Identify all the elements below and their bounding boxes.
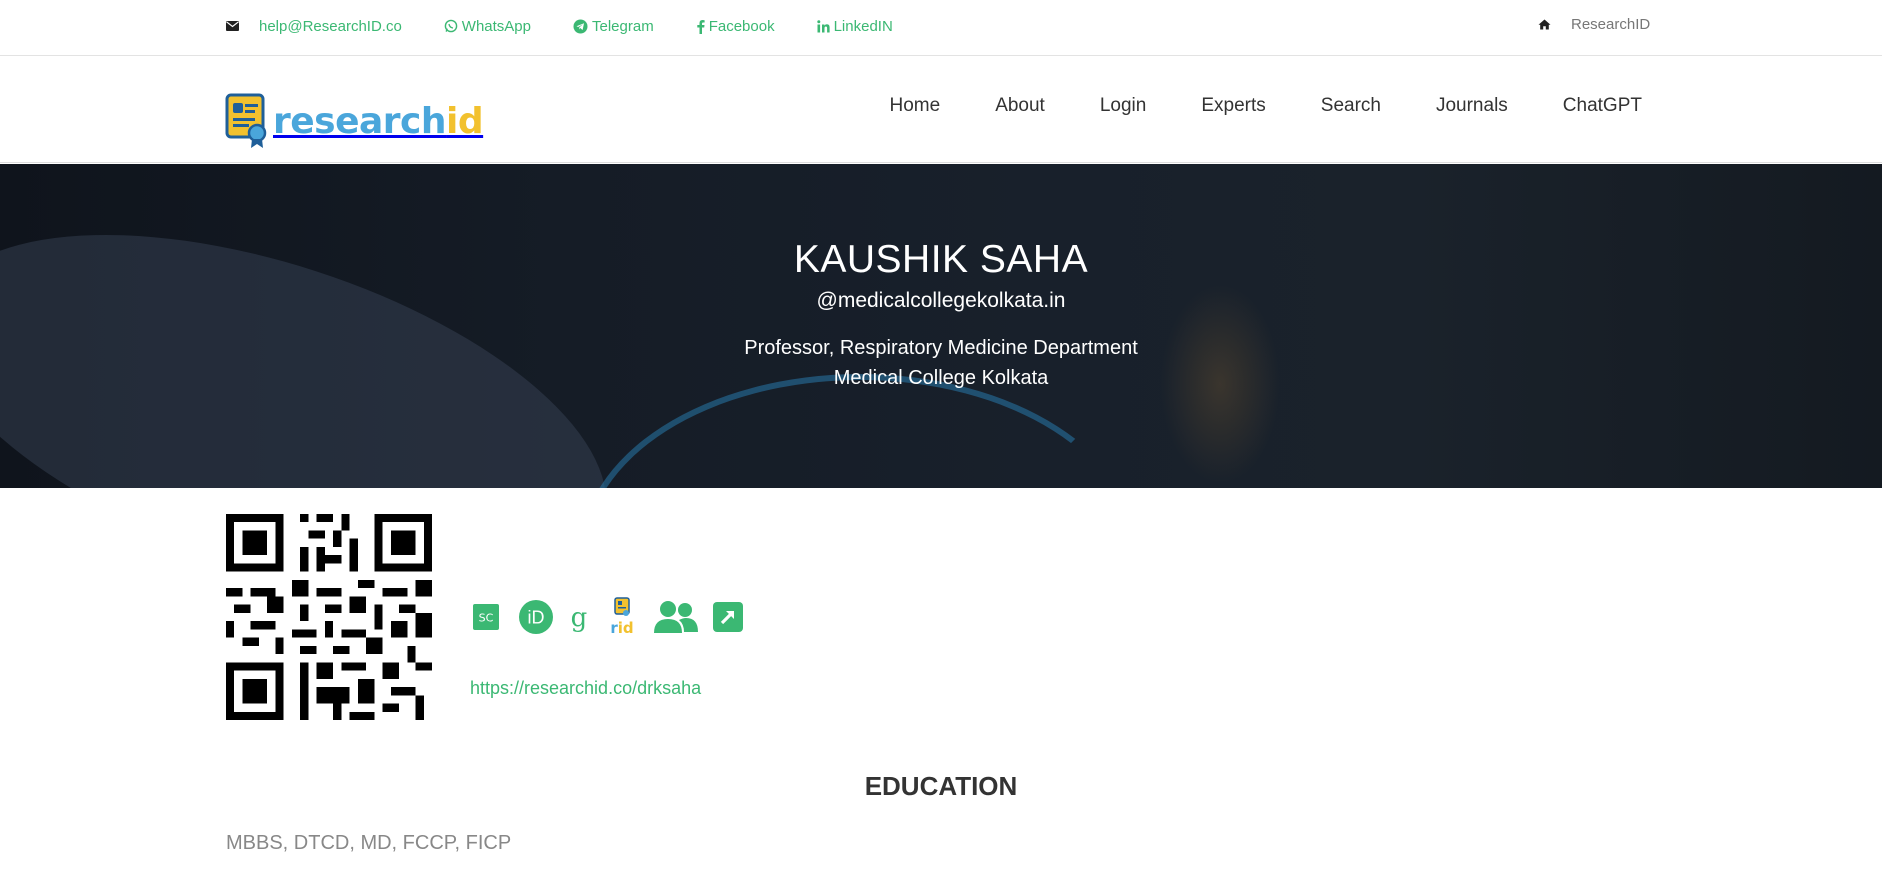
profile-url-link[interactable]: https://researchid.co/drksaha xyxy=(470,678,701,699)
orcid-icon-text: iD xyxy=(528,608,545,628)
whatsapp-link[interactable]: WhatsApp xyxy=(444,18,531,35)
hero-background-shape xyxy=(0,164,650,488)
education-heading: EDUCATION xyxy=(864,771,1018,801)
profile-qr-code xyxy=(226,514,432,720)
researchid-logo[interactable]: researchid xyxy=(225,93,484,149)
nav-experts[interactable]: Experts xyxy=(1201,95,1265,117)
profile-name: KAUSHIK SAHA xyxy=(793,238,1089,281)
whatsapp-icon xyxy=(444,19,458,33)
researchid-link[interactable]: rid xyxy=(605,597,639,637)
telegram-icon xyxy=(573,19,588,33)
linkedin-link[interactable]: LinkedIN xyxy=(816,17,893,35)
profile-organization: Medical College Kolkata xyxy=(833,367,1049,389)
people-icon xyxy=(654,601,698,633)
logo-text-id: id xyxy=(446,100,484,142)
scopus-icon-text: SC xyxy=(479,612,494,625)
nav-login[interactable]: Login xyxy=(1100,95,1147,117)
external-link-icon xyxy=(713,602,743,632)
email-text: help@ResearchID.co xyxy=(259,17,402,35)
researchid-icon-text: rid xyxy=(610,619,633,637)
site-header: researchid Home About Login Experts Sear… xyxy=(0,57,1882,163)
google-scholar-icon: g xyxy=(571,603,588,632)
logo-wordmark: researchid xyxy=(273,100,484,142)
nav-about[interactable]: About xyxy=(995,95,1045,117)
external-link[interactable] xyxy=(713,602,743,632)
logo-badge-icon xyxy=(225,93,267,148)
google-scholar-icon-text: g xyxy=(571,603,588,632)
google-scholar-link[interactable]: g xyxy=(567,602,591,632)
main-nav: Home About Login Experts Search Journals… xyxy=(835,95,1643,117)
linkedin-label: LinkedIN xyxy=(833,17,893,35)
logo-text-research: research xyxy=(273,100,447,142)
profile-role: Professor, Respiratory Medicine Departme… xyxy=(744,337,1138,359)
whatsapp-label: WhatsApp xyxy=(461,17,531,35)
home-researchid-link[interactable]: ResearchID xyxy=(1538,16,1650,33)
people-link[interactable] xyxy=(653,599,699,635)
nav-home[interactable]: Home xyxy=(890,95,941,117)
hero-background-arc xyxy=(580,374,1140,488)
contact-links: help@ResearchID.co WhatsApp Telegram Fac… xyxy=(226,16,935,36)
education-text: MBBS, DTCD, MD, FCCP, FICP xyxy=(226,832,512,854)
scopus-icon: SC xyxy=(473,604,499,630)
top-bar: help@ResearchID.co WhatsApp Telegram Fac… xyxy=(0,0,1882,56)
telegram-link[interactable]: Telegram xyxy=(573,18,654,35)
nav-journals[interactable]: Journals xyxy=(1436,95,1508,117)
facebook-link[interactable]: Facebook xyxy=(696,18,775,35)
email-link[interactable]: help@ResearchID.co xyxy=(226,18,402,35)
orcid-icon: iD xyxy=(519,600,553,634)
profile-hero-banner: KAUSHIK SAHA @medicalcollegekolkata.in P… xyxy=(0,164,1882,488)
telegram-label: Telegram xyxy=(592,17,654,35)
home-link-label: ResearchID xyxy=(1571,16,1651,33)
facebook-label: Facebook xyxy=(708,17,775,35)
home-icon xyxy=(1538,19,1551,30)
profile-link-icons: SC iD g rid xyxy=(473,597,757,637)
facebook-icon xyxy=(697,19,705,34)
linkedin-icon xyxy=(816,19,830,32)
profile-handle: @medicalcollegekolkata.in xyxy=(816,289,1066,312)
scopus-link[interactable]: SC xyxy=(473,604,499,630)
nav-search[interactable]: Search xyxy=(1321,95,1381,117)
envelope-icon xyxy=(226,21,239,31)
researchid-icon: rid xyxy=(610,597,634,637)
nav-chatgpt[interactable]: ChatGPT xyxy=(1563,95,1642,117)
orcid-link[interactable]: iD xyxy=(519,600,553,634)
